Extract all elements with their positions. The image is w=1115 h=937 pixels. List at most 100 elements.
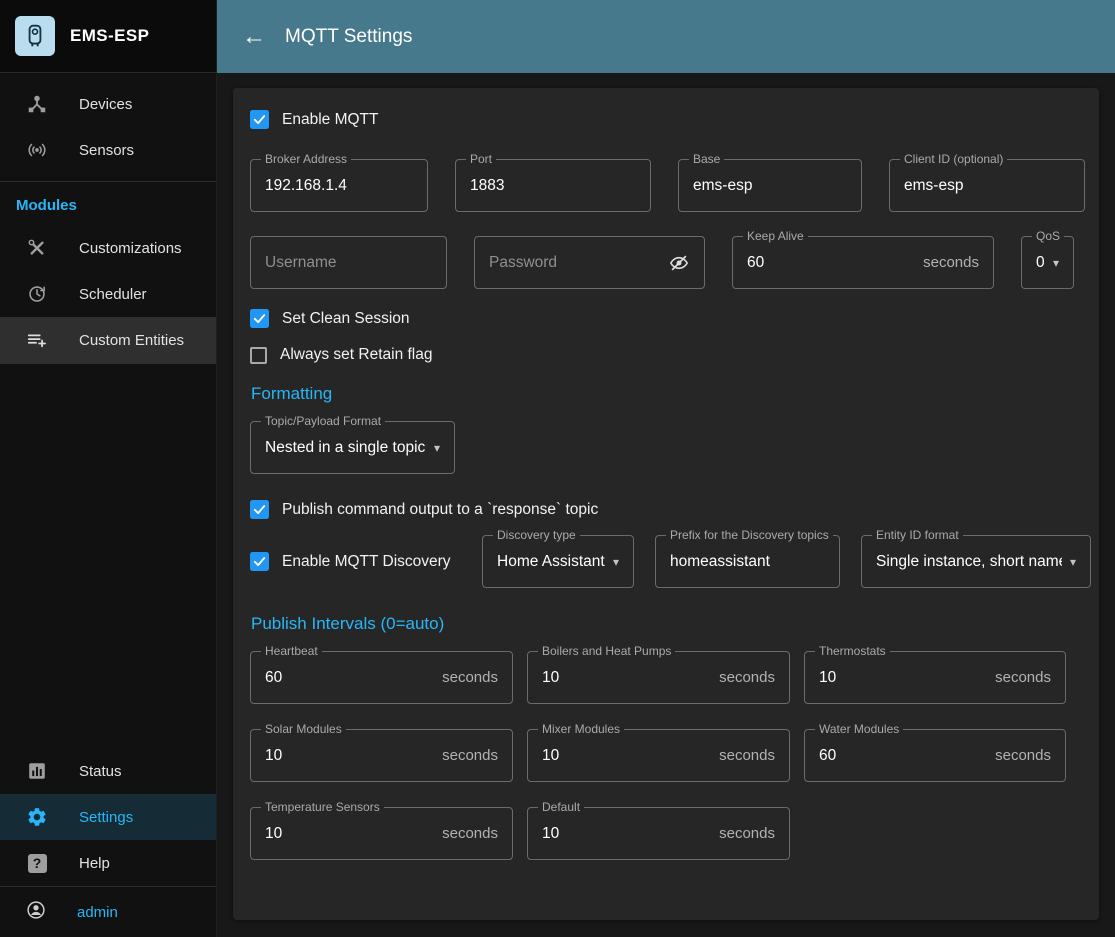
field-suffix: seconds — [995, 669, 1051, 686]
field-value: 0 — [1036, 254, 1045, 272]
sensors-icon — [25, 139, 49, 161]
keep-alive-field[interactable]: Keep Alive 60 seconds — [732, 236, 994, 289]
field-value: 60 — [265, 669, 434, 687]
discovery-row: Enable MQTT Discovery Discovery type Hom… — [250, 535, 1083, 588]
broker-address-field[interactable]: Broker Address 192.168.1.4 — [250, 159, 428, 212]
publish-response-checkbox[interactable]: Publish command output to a `response` t… — [250, 500, 1083, 519]
sidebar-item-label: Help — [79, 855, 110, 872]
status-icon — [25, 760, 49, 782]
field-label: Topic/Payload Format — [261, 415, 385, 428]
content-area: Enable MQTT Broker Address 192.168.1.4 P… — [217, 73, 1115, 937]
sidebar-item-label: Sensors — [79, 142, 134, 159]
client-id-field[interactable]: Client ID (optional) ems-esp — [889, 159, 1085, 212]
solar-modules-interval-field[interactable]: Solar Modules 10 seconds — [250, 729, 513, 782]
checkbox-unchecked-icon — [250, 347, 267, 364]
checkbox-label: Set Clean Session — [282, 310, 410, 328]
custom-entities-icon — [25, 329, 49, 351]
ems-esp-logo-icon — [15, 16, 55, 56]
sidebar-item-sensors[interactable]: Sensors — [0, 127, 216, 173]
field-suffix: seconds — [442, 825, 498, 842]
sidebar: EMS-ESP Devices Sensors Modules — [0, 0, 217, 937]
field-value: 1883 — [470, 177, 636, 195]
temperature-sensors-interval-field[interactable]: Temperature Sensors 10 seconds — [250, 807, 513, 860]
field-label: Keep Alive — [743, 230, 808, 243]
field-label: Water Modules — [815, 723, 903, 736]
field-suffix: seconds — [923, 254, 979, 271]
field-label: Default — [538, 801, 584, 814]
port-field[interactable]: Port 1883 — [455, 159, 651, 212]
back-button[interactable]: ← — [242, 25, 266, 49]
enable-mqtt-checkbox[interactable]: Enable MQTT — [250, 110, 1083, 129]
field-value: homeassistant — [670, 553, 825, 571]
mqtt-settings-card: Enable MQTT Broker Address 192.168.1.4 P… — [233, 88, 1099, 920]
field-label: Base — [689, 153, 724, 166]
sidebar-item-devices[interactable]: Devices — [0, 81, 216, 127]
checkbox-label: Enable MQTT — [282, 111, 378, 129]
checkbox-checked-icon — [250, 500, 269, 519]
field-value: 10 — [542, 825, 711, 843]
boilers-interval-field[interactable]: Boilers and Heat Pumps 10 seconds — [527, 651, 790, 704]
password-field[interactable]: Password — [474, 236, 705, 289]
heartbeat-interval-field[interactable]: Heartbeat 60 seconds — [250, 651, 513, 704]
checkbox-checked-icon — [250, 552, 269, 571]
sidebar-item-customizations[interactable]: Customizations — [0, 225, 216, 271]
sidebar-spacer — [0, 173, 216, 181]
chevron-down-icon: ▾ — [1053, 256, 1059, 270]
username-field[interactable]: Username — [250, 236, 447, 289]
field-value: Nested in a single topic — [265, 439, 426, 457]
entity-id-format-select[interactable]: Entity ID format Single instance, short … — [861, 535, 1091, 588]
field-suffix: seconds — [442, 669, 498, 686]
base-field[interactable]: Base ems-esp — [678, 159, 862, 212]
field-label: Entity ID format — [872, 529, 963, 542]
field-label: Port — [466, 153, 496, 166]
field-value: ems-esp — [904, 177, 1070, 195]
scheduler-icon — [25, 283, 49, 305]
field-value: Single instance, short name — [876, 553, 1062, 571]
sidebar-spacer — [0, 73, 216, 81]
field-label: Discovery type — [493, 529, 580, 542]
field-value: 60 — [747, 254, 915, 272]
sidebar-item-custom-entities[interactable]: Custom Entities — [0, 317, 216, 363]
sidebar-item-label: Settings — [79, 809, 133, 826]
field-label: Temperature Sensors — [261, 801, 384, 814]
default-interval-field[interactable]: Default 10 seconds — [527, 807, 790, 860]
clean-session-checkbox[interactable]: Set Clean Session — [250, 309, 1083, 328]
field-value: ems-esp — [693, 177, 847, 195]
sidebar-spacer — [0, 364, 216, 748]
field-label: Heartbeat — [261, 645, 322, 658]
discovery-type-select[interactable]: Discovery type Home Assistant ▾ — [482, 535, 634, 588]
discovery-prefix-field[interactable]: Prefix for the Discovery topics homeassi… — [655, 535, 840, 588]
checkbox-checked-icon — [250, 110, 269, 129]
field-suffix: seconds — [719, 747, 775, 764]
visibility-off-icon[interactable] — [668, 252, 690, 274]
field-label: Thermostats — [815, 645, 890, 658]
field-value: Home Assistant — [497, 553, 605, 571]
sidebar-section-modules: Modules — [0, 182, 216, 225]
enable-mqtt-discovery-checkbox[interactable]: Enable MQTT Discovery — [250, 552, 461, 571]
topic-payload-format-select[interactable]: Topic/Payload Format Nested in a single … — [250, 421, 455, 474]
user-avatar-icon — [25, 899, 47, 926]
broker-row: Broker Address 192.168.1.4 Port 1883 Bas… — [250, 159, 1083, 212]
topbar: ← MQTT Settings — [217, 0, 1115, 73]
qos-select[interactable]: QoS 0 ▾ — [1021, 236, 1074, 289]
thermostats-interval-field[interactable]: Thermostats 10 seconds — [804, 651, 1066, 704]
checkbox-checked-icon — [250, 309, 269, 328]
field-label: Client ID (optional) — [900, 153, 1007, 166]
user-name: admin — [77, 904, 118, 921]
field-value: 10 — [265, 747, 434, 765]
retain-flag-checkbox[interactable]: Always set Retain flag — [250, 346, 1083, 364]
mixer-modules-interval-field[interactable]: Mixer Modules 10 seconds — [527, 729, 790, 782]
sidebar-item-settings[interactable]: Settings — [0, 794, 216, 840]
credentials-row: Username Password Keep Al — [250, 236, 1083, 289]
sidebar-item-help[interactable]: ? Help — [0, 840, 216, 886]
sidebar-item-status[interactable]: Status — [0, 748, 216, 794]
app-logo-row: EMS-ESP — [0, 0, 216, 73]
page-title: MQTT Settings — [285, 26, 412, 48]
water-modules-interval-field[interactable]: Water Modules 60 seconds — [804, 729, 1066, 782]
sidebar-user-admin[interactable]: admin — [0, 887, 216, 937]
field-label: Mixer Modules — [538, 723, 624, 736]
field-label: Prefix for the Discovery topics — [666, 529, 833, 542]
sidebar-item-scheduler[interactable]: Scheduler — [0, 271, 216, 317]
formatting-section-title: Formatting — [251, 384, 1083, 404]
chevron-down-icon: ▾ — [434, 441, 440, 455]
